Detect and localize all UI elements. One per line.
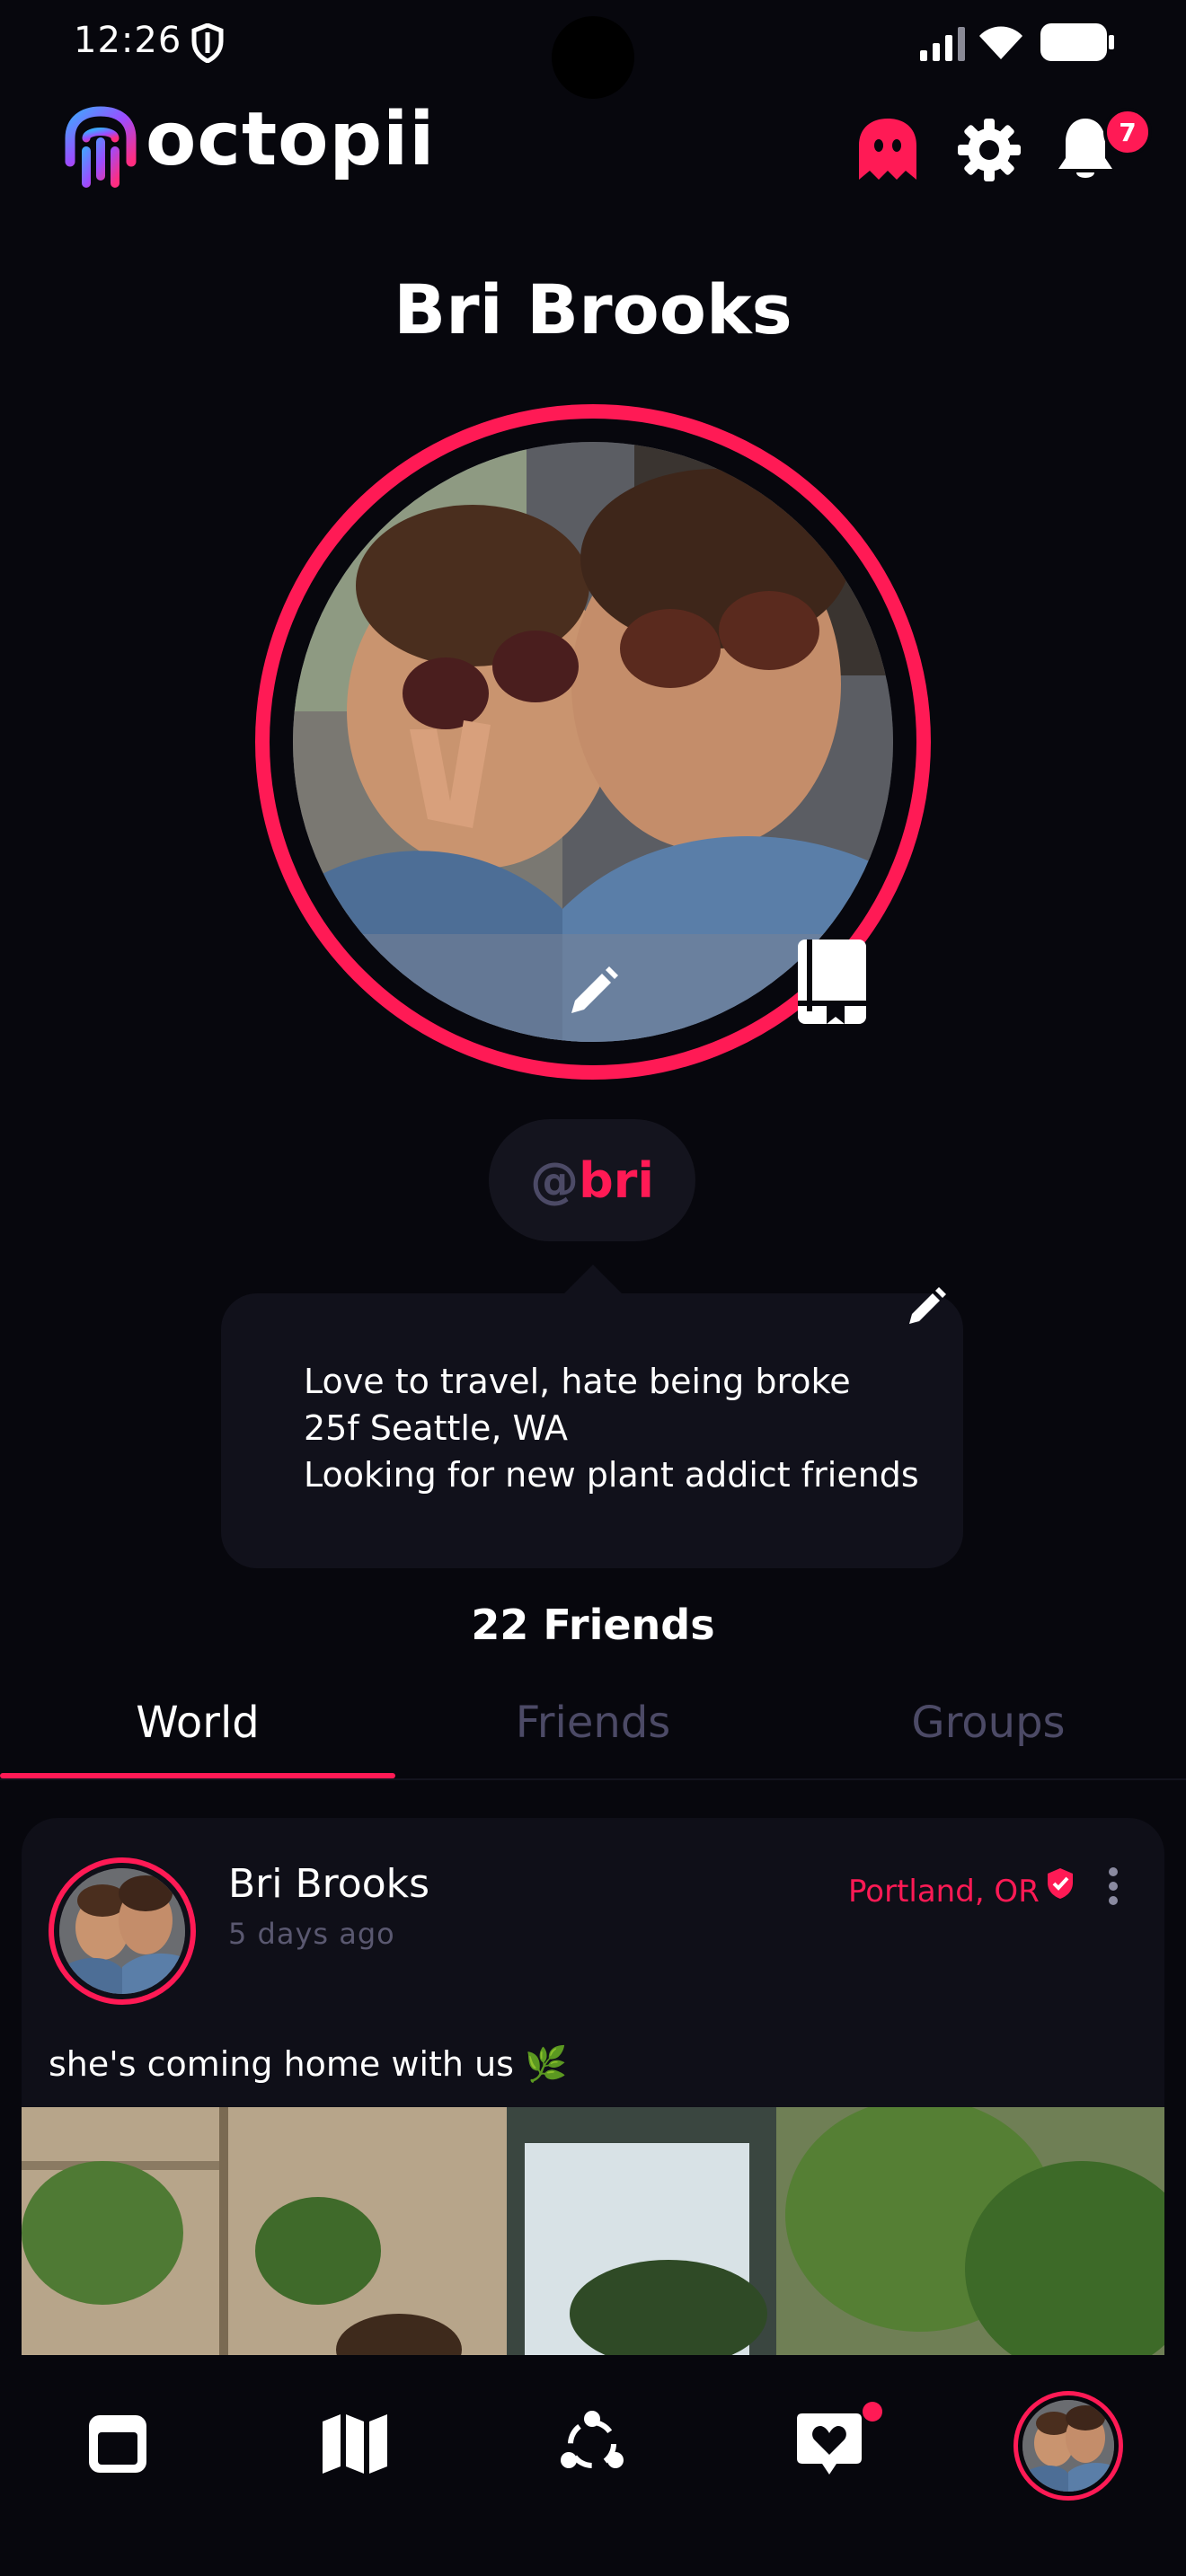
active-tab-indicator xyxy=(0,1773,395,1778)
tab-friends[interactable]: Friends xyxy=(395,1698,791,1748)
post-avatar-image xyxy=(59,1868,185,1994)
pencil-icon xyxy=(571,966,618,1013)
ghost-icon[interactable] xyxy=(854,115,922,183)
edit-bio-pencil-icon[interactable] xyxy=(906,1286,947,1328)
nav-map[interactable] xyxy=(314,2404,395,2484)
shield-icon xyxy=(191,23,224,63)
profile-name: Bri Brooks xyxy=(394,269,792,349)
post-caption: she's coming home with us 🌿 xyxy=(49,2044,568,2084)
verified-location-icon xyxy=(1048,1868,1073,1899)
tab-groups[interactable]: Groups xyxy=(791,1698,1186,1748)
octopii-logo-icon xyxy=(65,106,137,188)
bio-line: 25f Seattle, WA xyxy=(304,1408,568,1448)
post-image[interactable] xyxy=(22,2107,1164,2359)
bio-line: Love to travel, hate being broke xyxy=(304,1362,851,1401)
signal-icon xyxy=(920,27,965,61)
bio-line: Looking for new plant addict friends xyxy=(304,1455,919,1495)
friends-count[interactable]: 22 Friends xyxy=(0,1601,1186,1649)
gear-icon[interactable] xyxy=(956,117,1022,183)
network-icon xyxy=(561,2411,624,2468)
tab-world[interactable]: World xyxy=(0,1698,395,1748)
guestbook-icon[interactable] xyxy=(794,938,868,1026)
more-options-icon[interactable] xyxy=(1100,1865,1127,1908)
nav-messages[interactable] xyxy=(789,2404,870,2484)
camera-cutout xyxy=(552,16,634,99)
handle-at-symbol: @ xyxy=(530,1151,580,1209)
nav-feed[interactable] xyxy=(77,2404,158,2484)
map-icon xyxy=(323,2414,387,2474)
browser-window-icon xyxy=(89,2415,146,2473)
status-time: 12:26 xyxy=(74,20,182,61)
wifi-icon xyxy=(979,26,1022,59)
battery-icon xyxy=(1040,23,1114,61)
post-author-name[interactable]: Bri Brooks xyxy=(228,1861,429,1907)
post-author-avatar[interactable] xyxy=(59,1868,185,1994)
tab-divider xyxy=(0,1778,1186,1780)
post-location[interactable]: Portland, OR xyxy=(848,1874,1040,1910)
heart-chat-icon xyxy=(797,2413,862,2475)
post-timestamp: 5 days ago xyxy=(228,1917,395,1951)
notification-badge: 7 xyxy=(1103,108,1152,156)
nav-profile-avatar[interactable] xyxy=(1022,2400,1114,2492)
profile-handle[interactable]: @ bri xyxy=(489,1119,695,1241)
app-name: octopii xyxy=(146,97,436,182)
handle-name: bri xyxy=(579,1151,654,1209)
profile-avatar-image xyxy=(1022,2400,1114,2492)
nav-connections[interactable] xyxy=(552,2404,633,2484)
messages-unread-dot xyxy=(863,2402,882,2422)
post-photo-image xyxy=(22,2107,1164,2359)
